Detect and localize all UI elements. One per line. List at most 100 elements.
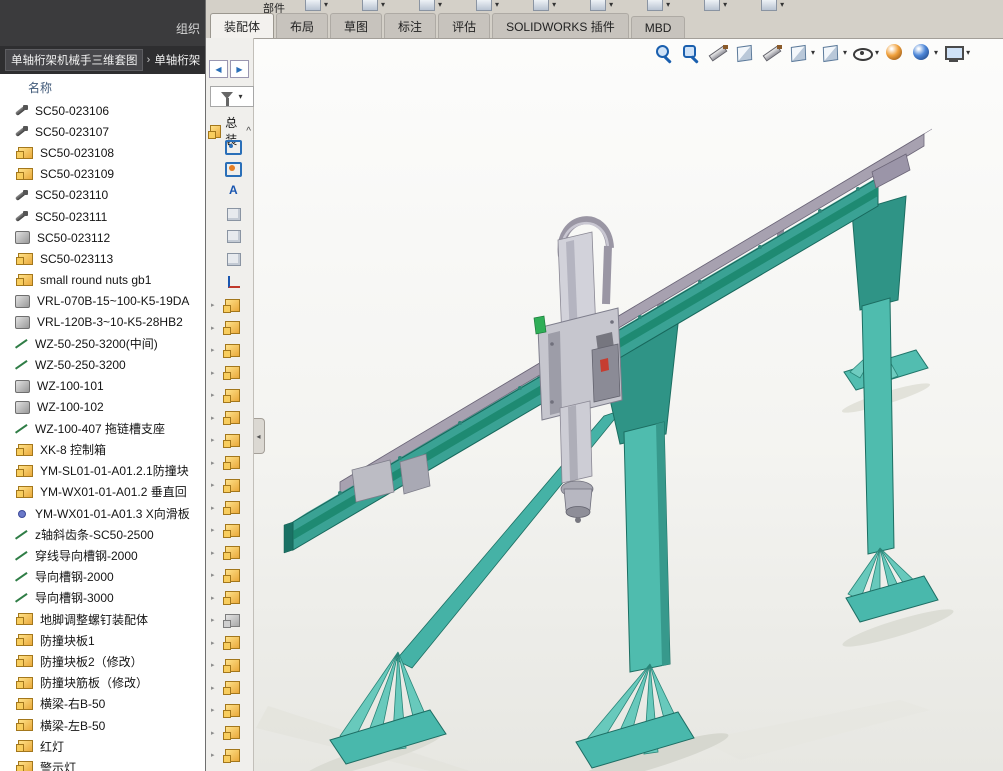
sensors-icon[interactable] (206, 158, 253, 180)
caret-icon[interactable]: ▾ (875, 48, 879, 58)
command-tab[interactable]: 布局 (276, 13, 328, 38)
caret-icon[interactable]: ▾ (552, 0, 556, 10)
caret-icon[interactable]: ▾ (934, 48, 938, 58)
file-row[interactable]: WZ-50-250-3200(中间) (0, 333, 205, 354)
display-pane-icon[interactable] (206, 136, 253, 158)
component-row[interactable]: ▸ (206, 474, 253, 497)
expand-arrow-icon[interactable]: ▸ (211, 324, 219, 332)
component-row[interactable]: ▸ (206, 677, 253, 700)
file-row[interactable]: 防撞块板1 (0, 630, 205, 651)
section-view-icon[interactable] (707, 42, 729, 64)
caret-icon[interactable]: ▾ (723, 0, 727, 10)
file-row[interactable]: SC50-023106 (0, 100, 205, 121)
file-row[interactable]: YM-WX01-01-A01.2 垂直回 (0, 481, 205, 502)
caret-icon[interactable]: ▾ (966, 48, 970, 58)
file-row[interactable]: WZ-100-101 (0, 375, 205, 396)
expand-arrow-icon[interactable]: ▸ (211, 751, 219, 759)
file-row[interactable]: WZ-100-102 (0, 397, 205, 418)
expand-arrow-icon[interactable]: ▸ (211, 594, 219, 602)
file-row[interactable]: 地脚调整螺钉装配体 (0, 609, 205, 630)
file-row[interactable]: SC50-023108 (0, 142, 205, 163)
component-row[interactable]: ▸ (206, 429, 253, 452)
display-style-icon[interactable]: ▾ (820, 42, 847, 64)
file-row[interactable]: 横梁-右B-50 (0, 693, 205, 714)
apply-scene-ball-icon[interactable]: ▾ (911, 42, 938, 64)
expand-arrow-icon[interactable]: ▸ (211, 729, 219, 737)
command-tab[interactable]: 草图 (330, 13, 382, 38)
command-tab[interactable]: 装配体 (210, 13, 274, 38)
file-row[interactable]: z轴斜齿条-SC50-2500 (0, 524, 205, 545)
zoom-to-area-icon[interactable] (680, 42, 702, 64)
view-settings-icon[interactable]: ▾ (943, 42, 970, 64)
file-row[interactable]: 防撞块板2（修改） (0, 651, 205, 672)
right-plane-icon[interactable] (206, 248, 253, 270)
toolbar-fragment-group[interactable]: ▾ (704, 0, 727, 11)
front-plane-icon[interactable] (206, 203, 253, 225)
caret-icon[interactable]: ▾ (381, 0, 385, 10)
apply-scene-icon[interactable]: ▾ (788, 42, 815, 64)
z-axis-unit[interactable] (534, 220, 622, 523)
file-row[interactable]: WZ-50-250-3200 (0, 354, 205, 375)
file-row[interactable]: 红灯 (0, 736, 205, 757)
view-orientation-icon[interactable] (734, 42, 756, 64)
component-row[interactable]: ▸ (206, 609, 253, 632)
component-row[interactable]: ▸ (206, 339, 253, 362)
component-row[interactable]: ▸ (206, 497, 253, 520)
toolbar-fragment-group[interactable]: ▾ (761, 0, 784, 11)
component-row[interactable]: ▸ (206, 384, 253, 407)
collapse-icon[interactable]: ^ (246, 126, 251, 137)
file-row[interactable]: small round nuts gb1 (0, 270, 205, 291)
toolbar-fragment-group[interactable]: ▾ (419, 0, 442, 11)
file-row[interactable]: 防撞块筋板（修改） (0, 672, 205, 693)
toolbar-fragment-group[interactable]: ▾ (533, 0, 556, 11)
expand-arrow-icon[interactable]: ▸ (211, 549, 219, 557)
component-row[interactable]: ▸ (206, 722, 253, 745)
file-row[interactable]: 导向槽钢-2000 (0, 566, 205, 587)
file-row[interactable]: YM-WX01-01-A01.3 X向滑板 (0, 503, 205, 524)
file-row[interactable]: SC50-023112 (0, 227, 205, 248)
command-tab[interactable]: SOLIDWORKS 插件 (492, 13, 629, 38)
model-canvas[interactable] (253, 38, 1003, 771)
zoom-to-fit-icon[interactable] (653, 42, 675, 64)
expand-arrow-icon[interactable]: ▸ (211, 706, 219, 714)
expand-arrow-icon[interactable]: ▸ (211, 391, 219, 399)
origin-icon[interactable] (206, 270, 253, 292)
expand-arrow-icon[interactable]: ▸ (211, 616, 219, 624)
component-row[interactable]: ▸ (206, 452, 253, 475)
back-arrow-button[interactable]: ◀ (209, 60, 228, 78)
file-row[interactable]: XK-8 控制箱 (0, 439, 205, 460)
component-row[interactable]: ▸ (206, 407, 253, 430)
expand-arrow-icon[interactable]: ▸ (211, 504, 219, 512)
file-row[interactable]: YM-SL01-01-A01.2.1防撞块 (0, 460, 205, 481)
command-tab[interactable]: MBD (631, 16, 686, 38)
expand-arrow-icon[interactable]: ▸ (211, 436, 219, 444)
toolbar-fragment-group[interactable]: ▾ (362, 0, 385, 11)
caret-icon[interactable]: ▾ (780, 0, 784, 10)
file-row[interactable]: SC50-023109 (0, 164, 205, 185)
expand-arrow-icon[interactable]: ▸ (211, 414, 219, 422)
component-row[interactable]: ▸ (206, 654, 253, 677)
toolbar-fragment-group[interactable]: ▾ (305, 0, 328, 11)
component-row[interactable]: ▸ (206, 699, 253, 722)
breadcrumb-item[interactable]: 单轴桁架 (154, 52, 200, 68)
file-row[interactable]: 横梁-左B-50 (0, 714, 205, 735)
file-row[interactable]: 穿线导向槽钢-2000 (0, 545, 205, 566)
expand-arrow-icon[interactable]: ▸ (211, 346, 219, 354)
file-row[interactable]: SC50-023113 (0, 248, 205, 269)
tree-filter-button[interactable]: ▾ (210, 86, 254, 107)
component-row[interactable]: ▸ (206, 519, 253, 542)
component-row[interactable]: ▸ (206, 294, 253, 317)
expand-arrow-icon[interactable]: ▸ (211, 661, 219, 669)
expand-arrow-icon[interactable]: ▸ (211, 684, 219, 692)
edit-appearance-icon[interactable] (884, 42, 906, 64)
component-row[interactable]: ▸ (206, 564, 253, 587)
component-row[interactable]: ▸ (206, 587, 253, 610)
caret-icon[interactable]: ▾ (238, 92, 242, 102)
file-row[interactable]: SC50-023111 (0, 206, 205, 227)
file-row[interactable]: WZ-100-407 拖链槽支座 (0, 418, 205, 439)
caret-icon[interactable]: ▾ (609, 0, 613, 10)
file-row[interactable]: 警示灯 (0, 757, 205, 771)
graphics-viewport[interactable]: ▾ ▾ ▾ ▾ ▾ ◂ (253, 38, 1003, 771)
annotations-icon[interactable] (206, 181, 253, 203)
command-tab[interactable]: 评估 (438, 13, 490, 38)
